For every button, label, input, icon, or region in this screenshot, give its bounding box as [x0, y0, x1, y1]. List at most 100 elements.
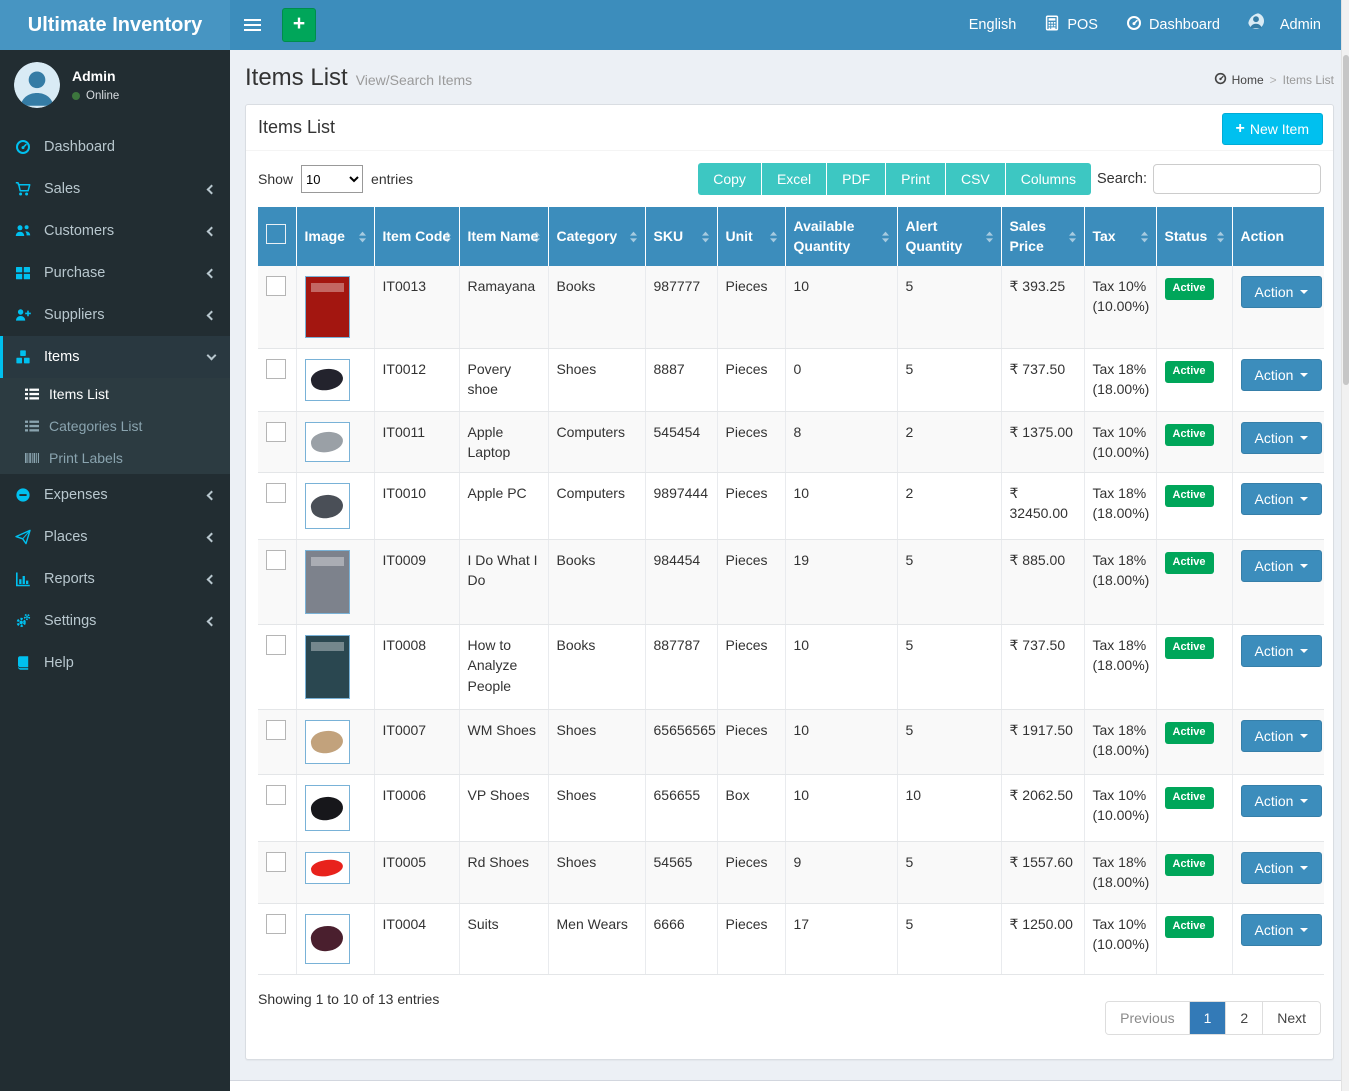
row-checkbox[interactable] [266, 785, 286, 805]
col-header-select-all[interactable] [258, 207, 296, 266]
action-label: Action [1255, 728, 1294, 744]
row-checkbox[interactable] [266, 914, 286, 934]
row-checkbox[interactable] [266, 635, 286, 655]
sidebar-toggle-button[interactable] [230, 0, 274, 50]
sidebar-item-customers[interactable]: Customers [0, 210, 230, 252]
quick-add-button[interactable]: + [282, 8, 316, 42]
select-all-checkbox[interactable] [266, 224, 286, 244]
page-button-next[interactable]: Next [1263, 1002, 1320, 1034]
sidebar-item-help[interactable]: Help [0, 642, 230, 684]
row-checkbox[interactable] [266, 550, 286, 570]
scrollbar-thumb[interactable] [1343, 55, 1349, 385]
col-header-sales-price[interactable]: Sales Price [1001, 207, 1084, 266]
cell-available-quantity: 19 [785, 540, 897, 625]
action-dropdown-button[interactable]: Action [1241, 720, 1323, 752]
action-dropdown-button[interactable]: Action [1241, 550, 1323, 582]
cart-icon [15, 181, 35, 197]
col-header-alert-quantity[interactable]: Alert Quantity [897, 207, 1001, 266]
row-checkbox[interactable] [266, 359, 286, 379]
cell-action: Action [1232, 540, 1324, 625]
cell-tax: Tax 18%(18.00%) [1084, 710, 1156, 775]
sidebar-item-dashboard[interactable]: Dashboard [0, 126, 230, 168]
cell-select [258, 473, 296, 540]
dashboard-icon [15, 139, 35, 155]
export-print-button[interactable]: Print [886, 163, 946, 195]
export-copy-button[interactable]: Copy [698, 163, 762, 195]
col-header-available-quantity[interactable]: Available Quantity [785, 207, 897, 266]
page-button-2[interactable]: 2 [1226, 1002, 1263, 1034]
sort-icon [441, 229, 454, 249]
col-header-image[interactable]: Image [296, 207, 374, 266]
page-button-1[interactable]: 1 [1190, 1002, 1227, 1034]
column-label: Unit [726, 228, 753, 244]
tax-name: Tax 18% [1093, 720, 1148, 740]
sidebar-item-places[interactable]: Places [0, 516, 230, 558]
user-menu[interactable]: Admin [1234, 0, 1335, 50]
sidebar-item-expenses[interactable]: Expenses [0, 474, 230, 516]
col-header-category[interactable]: Category [548, 207, 645, 266]
col-header-tax[interactable]: Tax [1084, 207, 1156, 266]
caret-down-icon [1300, 290, 1308, 294]
new-item-button[interactable]: + New Item [1222, 113, 1323, 145]
sidebar-item-suppliers[interactable]: Suppliers [0, 294, 230, 336]
row-checkbox[interactable] [266, 852, 286, 872]
sidebar-item-reports[interactable]: Reports [0, 558, 230, 600]
cell-sku: 984454 [645, 540, 717, 625]
col-header-unit[interactable]: Unit [717, 207, 785, 266]
sidebar-item-label: Purchase [44, 265, 105, 281]
sidebar-item-label: Suppliers [44, 307, 104, 323]
scrollbar-track[interactable] [1341, 0, 1349, 1091]
action-dropdown-button[interactable]: Action [1241, 483, 1323, 515]
action-label: Action [1255, 284, 1294, 300]
action-dropdown-button[interactable]: Action [1241, 785, 1323, 817]
export-columns-button[interactable]: Columns [1006, 163, 1091, 195]
sidebar-item-sales[interactable]: Sales [0, 168, 230, 210]
breadcrumb-home-link[interactable]: Home [1214, 72, 1264, 88]
col-header-status[interactable]: Status [1156, 207, 1232, 266]
cell-alert-quantity: 2 [897, 473, 1001, 540]
row-checkbox[interactable] [266, 720, 286, 740]
cell-sales-price: ₹ 393.25 [1001, 266, 1084, 349]
action-dropdown-button[interactable]: Action [1241, 852, 1323, 884]
app-logo[interactable]: Ultimate Inventory [0, 0, 230, 50]
sidebar-item-items-list[interactable]: Items List [0, 378, 230, 410]
cell-tax: Tax 10%(10.00%) [1084, 411, 1156, 473]
col-header-sku[interactable]: SKU [645, 207, 717, 266]
cell-tax: Tax 18%(18.00%) [1084, 348, 1156, 411]
action-dropdown-button[interactable]: Action [1241, 422, 1323, 454]
users-icon [15, 223, 35, 239]
sidebar-item-purchase[interactable]: Purchase [0, 252, 230, 294]
cell-action: Action [1232, 710, 1324, 775]
sidebar-item-categories-list[interactable]: Categories List [0, 410, 230, 442]
action-dropdown-button[interactable]: Action [1241, 276, 1323, 308]
page-size-control: Show 10 entries [258, 165, 413, 193]
cell-status: Active [1156, 842, 1232, 904]
action-dropdown-button[interactable]: Action [1241, 359, 1323, 391]
sidebar-item-items[interactable]: Items [0, 336, 230, 378]
export-pdf-button[interactable]: PDF [827, 163, 886, 195]
sidebar-item-label: Reports [44, 571, 95, 587]
action-dropdown-button[interactable]: Action [1241, 635, 1323, 667]
search-input[interactable] [1153, 164, 1321, 194]
col-header-item-code[interactable]: Item Code [374, 207, 459, 266]
cell-sales-price: ₹ 885.00 [1001, 540, 1084, 625]
page-button-previous[interactable]: Previous [1106, 1002, 1189, 1034]
minus-circle-icon [15, 487, 35, 503]
export-csv-button[interactable]: CSV [946, 163, 1006, 195]
export-excel-button[interactable]: Excel [762, 163, 827, 195]
pos-link[interactable]: POS [1030, 0, 1112, 50]
dashboard-link[interactable]: Dashboard [1112, 0, 1234, 50]
action-dropdown-button[interactable]: Action [1241, 914, 1323, 946]
cell-select [258, 625, 296, 710]
tax-rate: (18.00%) [1093, 503, 1148, 523]
language-menu[interactable]: English [955, 0, 1031, 50]
sidebar-item-print-labels[interactable]: Print Labels [0, 442, 230, 474]
cell-unit: Pieces [717, 411, 785, 473]
row-checkbox[interactable] [266, 483, 286, 503]
row-checkbox[interactable] [266, 276, 286, 296]
sidebar-item-settings[interactable]: Settings [0, 600, 230, 642]
row-checkbox[interactable] [266, 422, 286, 442]
page-size-select[interactable]: 10 [301, 165, 363, 193]
table-row: IT0011Apple LaptopComputers545454Pieces8… [258, 411, 1324, 473]
col-header-item-name[interactable]: Item Name [459, 207, 548, 266]
